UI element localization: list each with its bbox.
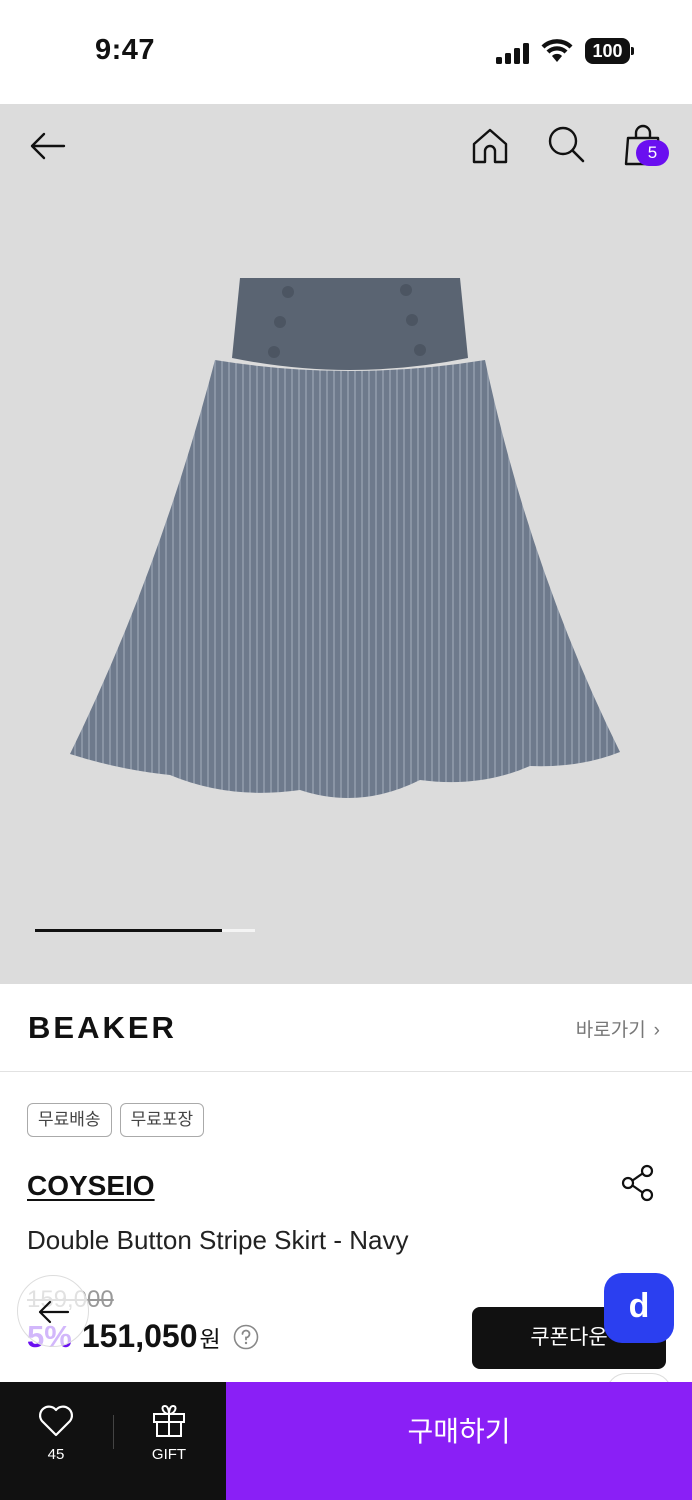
bottom-action-bar: 45 GIFT 구매하기 xyxy=(0,1382,692,1500)
battery-indicator: 100 xyxy=(585,38,635,64)
brand-logo: BEAKER xyxy=(28,1010,177,1045)
currency-unit: 원 xyxy=(199,1326,221,1352)
back-arrow-icon[interactable] xyxy=(28,126,68,166)
tag-free-wrapping: 무료포장 xyxy=(119,1103,205,1137)
skirt-product-photo xyxy=(70,278,620,798)
brand-shop-row[interactable]: BEAKER 바로가기 › xyxy=(0,984,692,1072)
chevron-right-icon: › xyxy=(653,1020,660,1041)
wifi-icon xyxy=(541,39,573,62)
like-count: 45 xyxy=(47,1446,65,1463)
tag-free-shipping: 무료배송 xyxy=(27,1103,112,1137)
buy-button[interactable]: 구매하기 xyxy=(226,1382,692,1500)
brand-shortcut-label: 바로가기 xyxy=(575,1020,646,1041)
home-icon[interactable] xyxy=(470,126,510,166)
brand-shortcut-link[interactable]: 바로가기 › xyxy=(576,1015,660,1042)
product-name: Double Button Stripe Skirt - Navy xyxy=(27,1225,409,1255)
gift-label: GIFT xyxy=(151,1446,187,1463)
benefit-tags: 무료배송 무료포장 xyxy=(27,1103,205,1137)
gallery-progress-fill xyxy=(35,929,222,932)
question-circle-icon[interactable] xyxy=(233,1324,259,1350)
divider xyxy=(113,1415,114,1449)
cart-count-badge: 5 xyxy=(636,140,669,166)
floating-back-button[interactable] xyxy=(17,1275,89,1347)
like-button[interactable]: 45 xyxy=(28,1402,84,1472)
share-icon[interactable] xyxy=(620,1164,656,1202)
gallery-progress xyxy=(35,929,255,932)
status-bar: 9:47 100 xyxy=(0,0,692,104)
battery-level: 100 xyxy=(585,38,630,64)
gift-icon xyxy=(153,1404,185,1437)
cellular-signal-icon xyxy=(496,43,529,64)
d-floating-button[interactable]: d xyxy=(604,1273,674,1343)
sale-price: 151,050 xyxy=(81,1318,198,1354)
bottom-left-actions: 45 GIFT xyxy=(0,1382,226,1500)
back-arrow-icon xyxy=(38,1300,70,1324)
battery-tip xyxy=(631,47,634,55)
status-time: 9:47 xyxy=(95,34,156,66)
gift-button[interactable]: GIFT xyxy=(140,1402,198,1472)
product-brand-link[interactable]: COYSEIO xyxy=(27,1170,155,1202)
search-icon[interactable] xyxy=(546,124,586,164)
heart-icon xyxy=(39,1405,73,1437)
